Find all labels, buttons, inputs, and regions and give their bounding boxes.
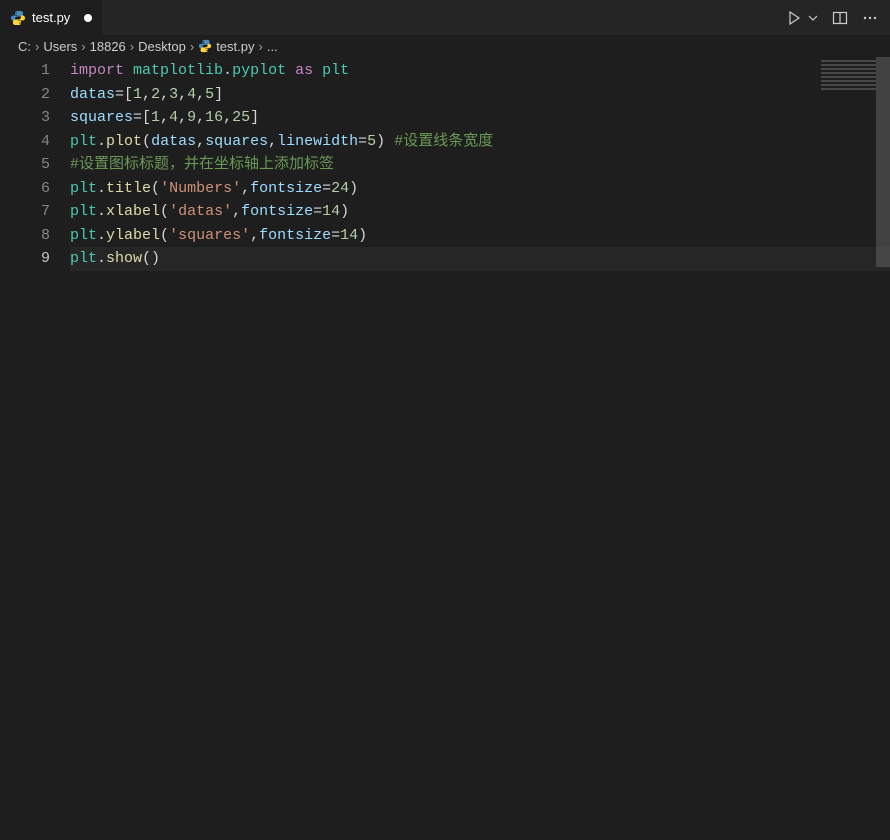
chevron-right-icon: › <box>190 39 194 54</box>
code-content[interactable]: import matplotlib.pyplot as pltdatas=[1,… <box>70 57 890 840</box>
line-number: 5 <box>0 153 50 177</box>
vertical-scrollbar[interactable] <box>876 57 890 267</box>
line-number: 6 <box>0 177 50 201</box>
more-icon[interactable] <box>862 10 878 26</box>
code-line[interactable]: plt.xlabel('datas',fontsize=14) <box>70 200 890 224</box>
tab-bar: test.py <box>0 0 890 35</box>
breadcrumb-item[interactable]: ... <box>267 39 278 54</box>
code-line[interactable]: squares=[1,4,9,16,25] <box>70 106 890 130</box>
python-file-icon <box>198 39 212 53</box>
line-number: 4 <box>0 130 50 154</box>
breadcrumb-item[interactable]: Users <box>43 39 77 54</box>
chevron-right-icon: › <box>81 39 85 54</box>
line-number: 1 <box>0 59 50 83</box>
code-line[interactable]: plt.title('Numbers',fontsize=24) <box>70 177 890 201</box>
line-number: 8 <box>0 224 50 248</box>
code-line[interactable]: plt.show() <box>70 247 890 271</box>
tab-group: test.py <box>0 0 103 35</box>
breadcrumbs: C: › Users › 18826 › Desktop › test.py ›… <box>0 35 890 57</box>
breadcrumb-item[interactable]: Desktop <box>138 39 186 54</box>
dirty-indicator-icon[interactable] <box>84 14 92 22</box>
line-number: 7 <box>0 200 50 224</box>
line-number: 2 <box>0 83 50 107</box>
chevron-right-icon: › <box>35 39 39 54</box>
code-line[interactable]: datas=[1,2,3,4,5] <box>70 83 890 107</box>
code-line[interactable]: plt.ylabel('squares',fontsize=14) <box>70 224 890 248</box>
chevron-down-icon[interactable] <box>808 13 818 23</box>
tab-test-py[interactable]: test.py <box>0 0 103 35</box>
tab-label: test.py <box>32 10 70 25</box>
code-line[interactable]: plt.plot(datas,squares,linewidth=5) #设置线… <box>70 130 890 154</box>
editor-area[interactable]: 123456789 import matplotlib.pyplot as pl… <box>0 57 890 840</box>
line-number-gutter: 123456789 <box>0 57 70 840</box>
title-actions <box>786 10 890 26</box>
split-editor-icon[interactable] <box>832 10 848 26</box>
breadcrumb-item[interactable]: C: <box>18 39 31 54</box>
breadcrumb-item[interactable]: test.py <box>216 39 254 54</box>
code-line[interactable]: import matplotlib.pyplot as plt <box>70 59 890 83</box>
code-line[interactable]: #设置图标标题，并在坐标轴上添加标签 <box>70 153 890 177</box>
line-number: 9 <box>0 247 50 271</box>
run-icon[interactable] <box>786 10 802 26</box>
chevron-right-icon: › <box>258 39 262 54</box>
chevron-right-icon: › <box>130 39 134 54</box>
line-number: 3 <box>0 106 50 130</box>
breadcrumb-item[interactable]: 18826 <box>90 39 126 54</box>
minimap[interactable] <box>821 60 876 100</box>
python-file-icon <box>10 10 26 26</box>
